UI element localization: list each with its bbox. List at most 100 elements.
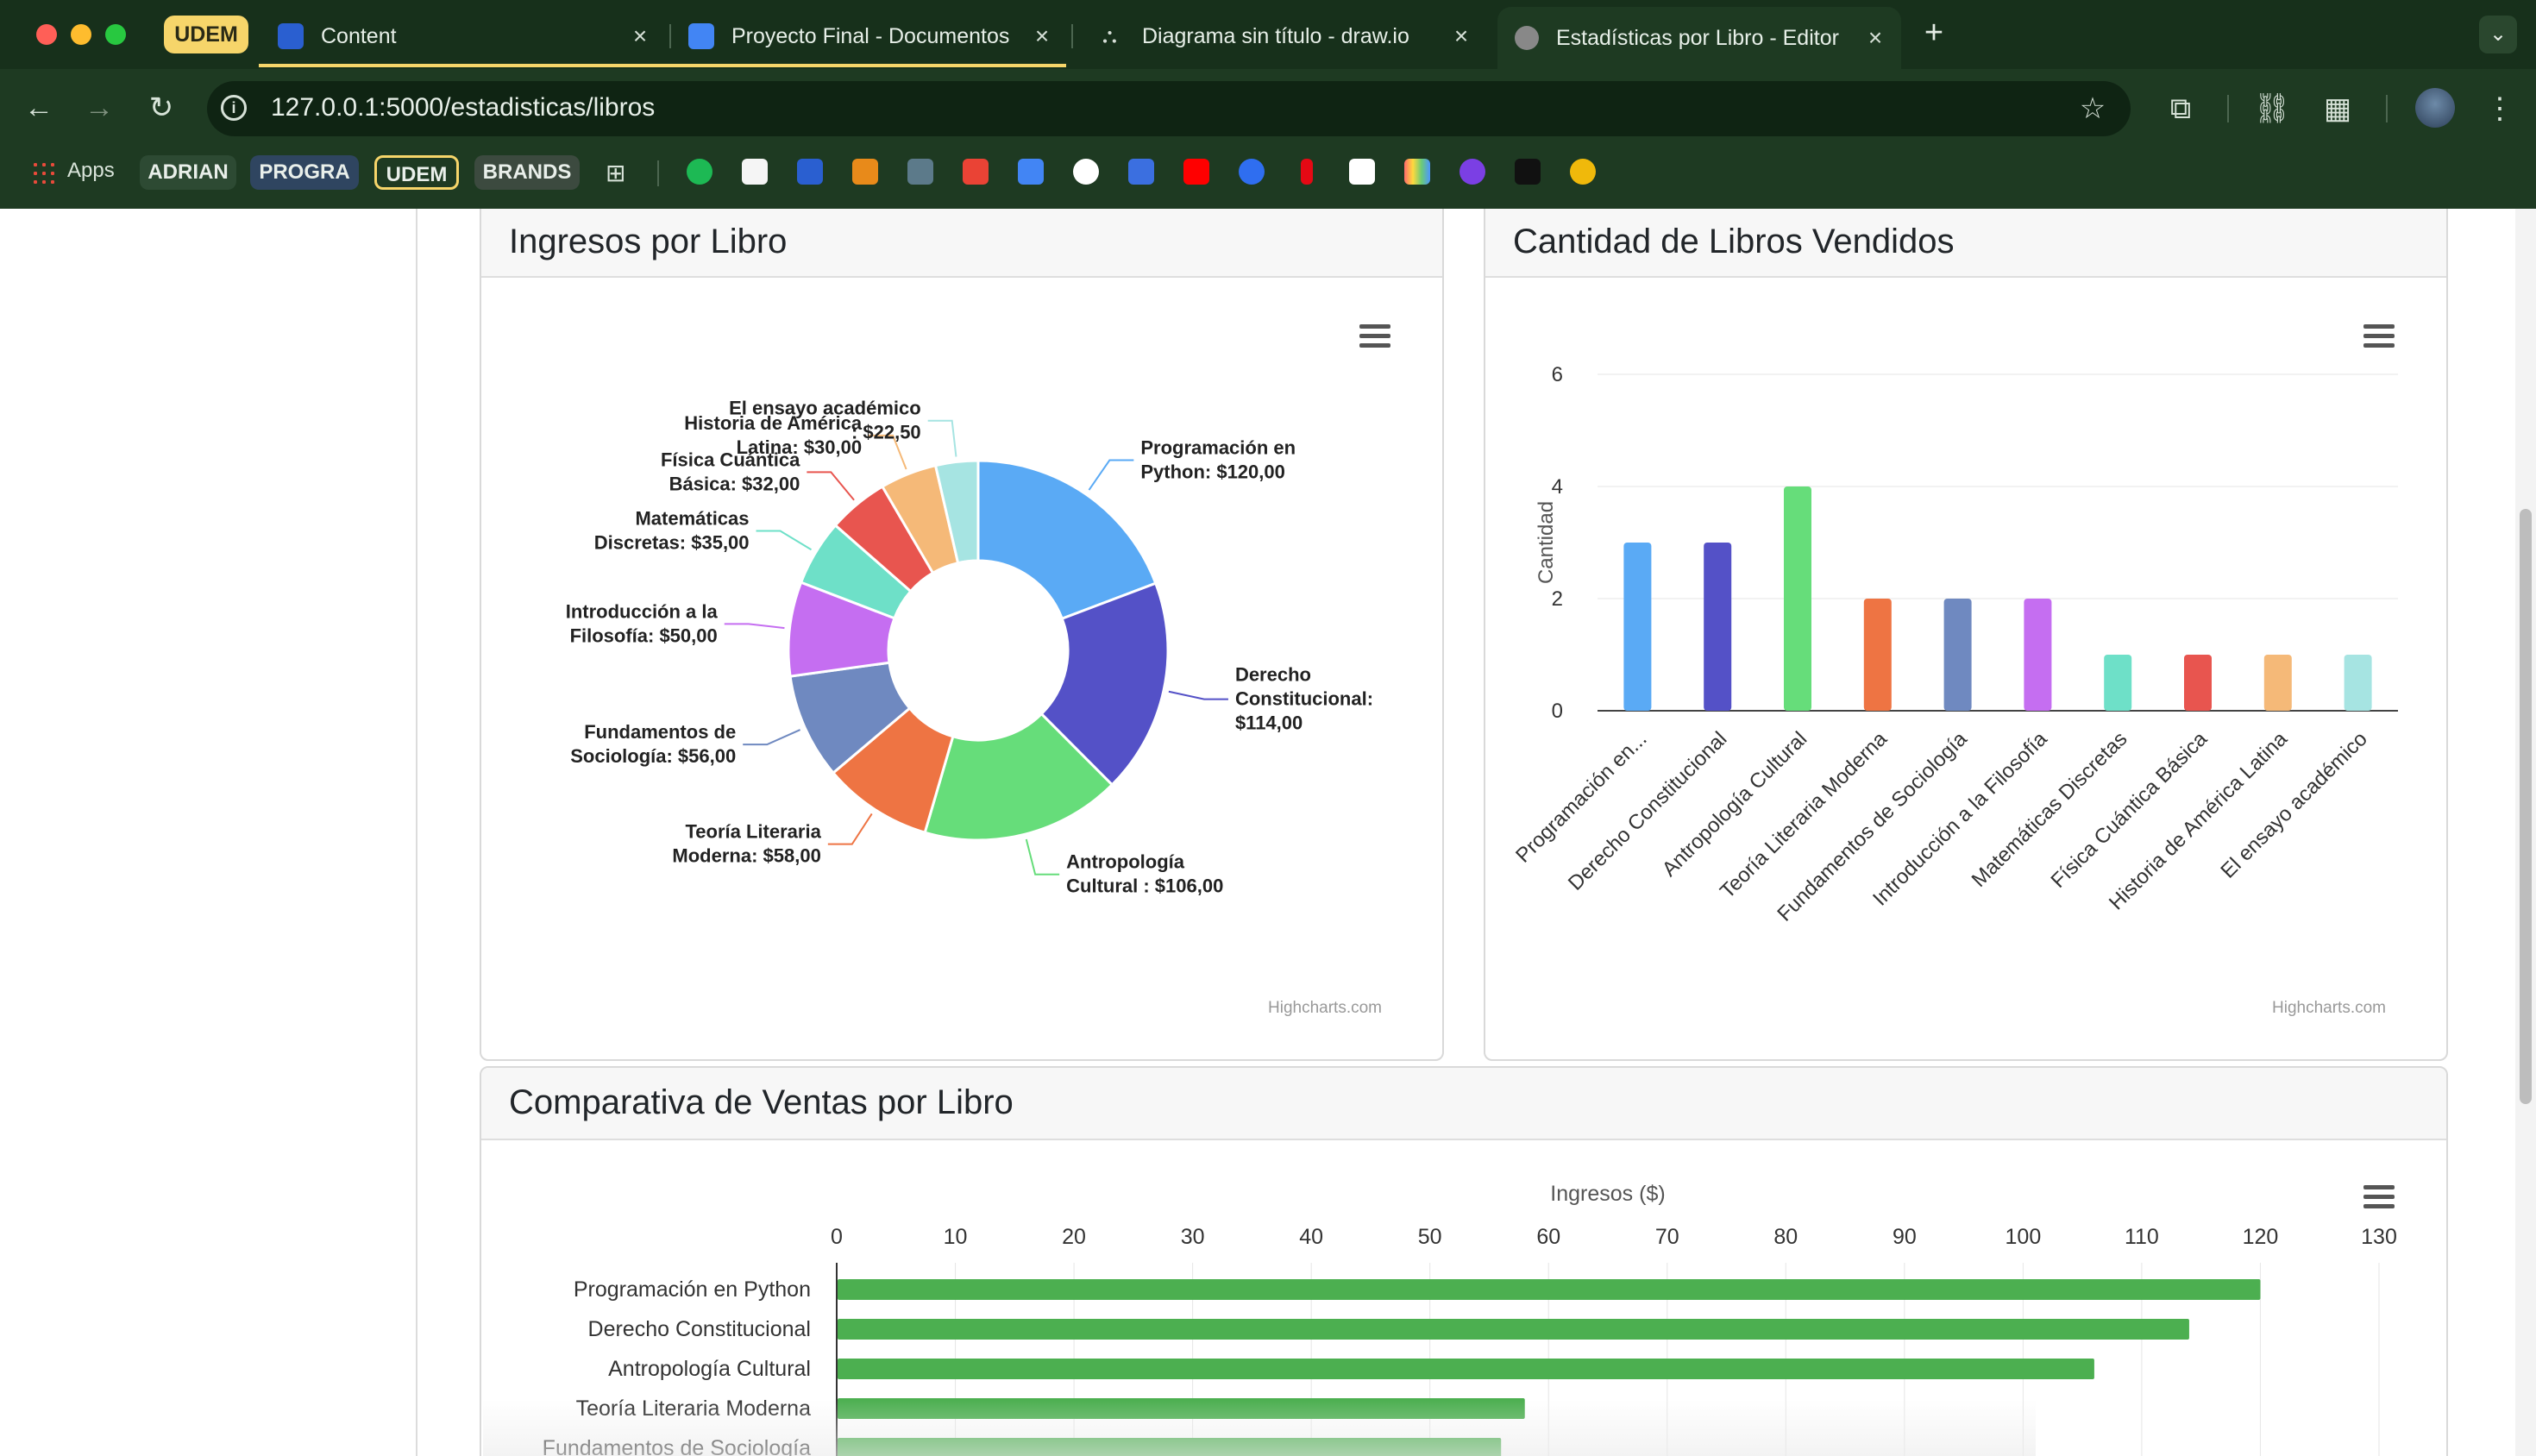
bookmark-site-icon[interactable] (1239, 159, 1265, 185)
bar (838, 1319, 2189, 1340)
calendar-icon[interactable] (1018, 159, 1044, 185)
x-tick-label: 80 (1773, 1225, 1798, 1249)
chart-credit[interactable]: Highcharts.com (2272, 999, 2386, 1018)
pie-data-label: Fundamentos de Sociología: $56,00 (570, 721, 736, 767)
bottom-fade (483, 1399, 2036, 1456)
y-tick-label: 6 (1552, 363, 1563, 386)
x-tick-label: 50 (1418, 1225, 1442, 1249)
pie-data-label: Derecho Constitucional: $114,00 (1235, 664, 1373, 734)
bookmark-site-icon[interactable] (907, 159, 933, 185)
bar (2104, 655, 2132, 711)
tab-group-udem[interactable]: UDEM (164, 16, 248, 53)
youtube-icon[interactable] (1183, 159, 1209, 185)
bookmark-site-icon[interactable] (742, 159, 768, 185)
bookmark-site-icon[interactable] (1570, 159, 1596, 185)
bookmark-site-icon[interactable] (1515, 159, 1541, 185)
close-window-button[interactable] (36, 24, 57, 45)
content-favicon-icon (278, 23, 304, 49)
amazon-icon[interactable] (1349, 159, 1375, 185)
pie-connector (1088, 459, 1134, 491)
y-tick-label: Antropología Cultural (608, 1357, 811, 1381)
y-tick-label: 4 (1552, 475, 1563, 499)
x-tick-label: 30 (1181, 1225, 1205, 1249)
x-tick-label: 60 (1536, 1225, 1560, 1249)
reload-button[interactable]: ↻ (140, 86, 183, 129)
x-tick-label: 120 (2243, 1225, 2279, 1249)
extensions-icon[interactable]: ⧉ (2162, 90, 2200, 128)
tab-close-icon[interactable]: × (628, 24, 652, 48)
bookmark-site-icon[interactable] (1459, 159, 1485, 185)
tab-title: Content (321, 23, 397, 48)
bookmark-star-icon[interactable]: ☆ (2074, 90, 2112, 128)
tab-title: Proyecto Final - Documentos (731, 23, 1010, 48)
card-title: Ingresos por Libro (509, 223, 788, 260)
tab-close-icon[interactable]: × (1030, 24, 1054, 48)
toolbar-separator (2227, 95, 2229, 122)
new-tab-button[interactable]: + (1915, 14, 1953, 52)
url-text[interactable]: 127.0.0.1:5000/estadisticas/libros (271, 93, 655, 122)
bookmark-group-udem[interactable]: UDEM (374, 155, 459, 190)
tab-content[interactable]: Content × (264, 10, 666, 62)
tab-search-button[interactable]: ⌄ (2479, 16, 2517, 53)
tab-title: Estadísticas por Libro - Editor (1556, 25, 1839, 50)
globe-favicon-icon (1515, 26, 1539, 50)
netflix-icon[interactable] (1301, 159, 1313, 185)
scrollbar-thumb[interactable] (2520, 509, 2532, 1104)
card-header: Ingresos por Libro (481, 209, 1442, 278)
comparison-chart-card: Comparativa de Ventas por Libro Ingresos… (480, 1066, 2448, 1456)
bookmark-group-progra[interactable]: PROGRA (250, 155, 359, 190)
pie-data-label: Programación en Python: $120,00 (1140, 437, 1296, 483)
minimize-window-button[interactable] (71, 24, 91, 45)
gmail-icon[interactable] (963, 159, 989, 185)
bar (838, 1279, 2261, 1300)
toolbar-separator (2386, 95, 2388, 122)
docs-favicon-icon (688, 23, 714, 49)
bar (1863, 599, 1892, 711)
bookmark-site-icon[interactable] (852, 159, 878, 185)
browser-menu-icon[interactable]: ⋮ (2481, 90, 2519, 128)
x-tick-label: 110 (2125, 1225, 2159, 1249)
y-tick-label: Programación en Python (574, 1277, 811, 1302)
google-icon[interactable] (1073, 159, 1099, 185)
tab-estadisticas[interactable]: Estadísticas por Libro - Editor × (1497, 7, 1901, 69)
apps-bookmark[interactable]: Apps (67, 159, 115, 183)
back-button[interactable]: ← (17, 86, 60, 129)
pie-chart-card: Ingresos por Libro Programación en Python… (480, 209, 1444, 1061)
page-content: Ingresos por Libro Programación en Python… (0, 209, 2536, 1456)
bookmark-site-icon[interactable] (797, 159, 823, 185)
pie-connector (927, 419, 957, 457)
drawio-favicon-icon: ⛬ (1102, 24, 1117, 47)
x-tick-label: 20 (1062, 1225, 1086, 1249)
bookmark-site-icon[interactable] (1404, 159, 1430, 185)
x-tick-label: 0 (831, 1225, 843, 1249)
tab-separator (1071, 24, 1073, 48)
card-header: Cantidad de Libros Vendidos (1485, 209, 2446, 278)
tab-groups-icon[interactable]: ⊞ (606, 160, 631, 186)
y-tick-label: Derecho Constitucional (588, 1317, 811, 1341)
apps-grid-icon[interactable] (31, 160, 55, 185)
bookmark-site-icon[interactable] (687, 159, 712, 185)
x-tick-label: Derecho Constitucional (1564, 727, 1732, 895)
pie-connector (756, 530, 813, 551)
tab-close-icon[interactable]: × (1449, 24, 1473, 48)
x-tick-label: 70 (1655, 1225, 1679, 1249)
zoom-window-button[interactable] (105, 24, 126, 45)
bar (2344, 655, 2372, 711)
x-tick-label: 100 (2006, 1225, 2042, 1249)
site-info-icon[interactable]: i (221, 95, 247, 121)
bar (2024, 599, 2052, 711)
tab-close-icon[interactable]: × (1863, 26, 1887, 50)
tab-proyecto-final[interactable]: Proyecto Final - Documentos × (675, 10, 1068, 62)
x-tick-label: 90 (1893, 1225, 1917, 1249)
bookmark-site-icon[interactable] (1128, 159, 1154, 185)
profile-avatar[interactable] (2415, 88, 2455, 128)
chart-credit[interactable]: Highcharts.com (1268, 999, 1382, 1018)
bookmark-group-adrian[interactable]: ADRIAN (140, 155, 236, 190)
forward-button[interactable]: → (78, 86, 121, 129)
link-icon[interactable]: ⛓ (2253, 90, 2291, 128)
qr-code-icon[interactable]: ▦ (2319, 90, 2357, 128)
x-tick-label: Matemáticas Discretas (1968, 727, 2132, 892)
bookmark-group-brands[interactable]: BRANDS (474, 155, 580, 190)
bar-chart: 0 2 4 6 Cantidad Programación en...Derecho Co… (1511, 363, 2398, 926)
tab-drawio[interactable]: ⛬ Diagrama sin título - draw.io × (1083, 10, 1487, 62)
